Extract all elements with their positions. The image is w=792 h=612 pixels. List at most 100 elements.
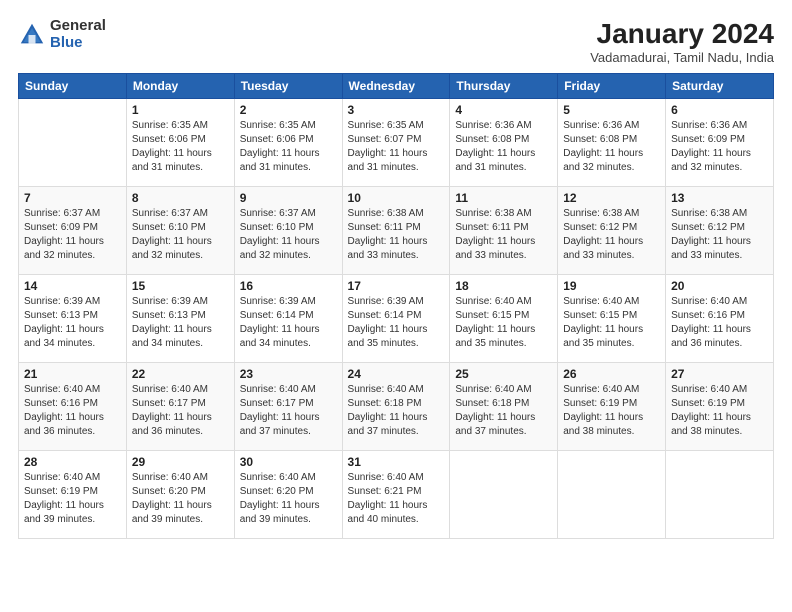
calendar-cell: 29Sunrise: 6:40 AMSunset: 6:20 PMDayligh… [126, 451, 234, 539]
calendar-cell: 15 Sunrise: 6:39 AMSunset: 6:13 PMDayligh… [126, 275, 234, 363]
day-number: 1 [132, 103, 229, 117]
day-number: 25 [455, 367, 552, 381]
day-header-wednesday: Wednesday [342, 74, 450, 99]
calendar-cell [450, 451, 558, 539]
day-number: 9 [240, 191, 337, 205]
calendar-cell: 12Sunrise: 6:38 AMSunset: 6:12 PMDayligh… [558, 187, 666, 275]
calendar-cell: 5 Sunrise: 6:36 AMSunset: 6:08 PMDaylight… [558, 99, 666, 187]
day-number: 3 [348, 103, 445, 117]
main-title: January 2024 [590, 18, 774, 50]
day-number: 30 [240, 455, 337, 469]
calendar-table: SundayMondayTuesdayWednesdayThursdayFrid… [18, 73, 774, 539]
day-header-friday: Friday [558, 74, 666, 99]
cell-info: Sunrise: 6:38 AMSunset: 6:11 PMDaylight:… [348, 207, 445, 263]
calendar-cell: 23 Sunrise: 6:40 AMSunset: 6:17 PMDayligh… [234, 363, 342, 451]
day-header-tuesday: Tuesday [234, 74, 342, 99]
cell-info: Sunrise: 6:36 AMSunset: 6:09 PMDaylight:… [671, 119, 768, 175]
calendar-cell: 28 Sunrise: 6:40 AMSunset: 6:19 PMDayligh… [19, 451, 127, 539]
cell-info: Sunrise: 6:35 AMSunset: 6:07 PMDaylight:… [348, 119, 445, 175]
day-number: 19 [563, 279, 660, 293]
calendar-cell [558, 451, 666, 539]
calendar-cell: 19 Sunrise: 6:40 AMSunset: 6:15 PMDayligh… [558, 275, 666, 363]
cell-info: Sunrise: 6:40 AMSunset: 6:21 PMDaylight:… [348, 471, 445, 527]
cell-info: Sunrise: 6:40 AMSunset: 6:19 PMDaylight:… [563, 383, 660, 439]
logo-general: General [50, 17, 106, 34]
calendar-cell: 21 Sunrise: 6:40 AMSunset: 6:16 PMDayligh… [19, 363, 127, 451]
calendar-cell: 11 Sunrise: 6:38 AMSunset: 6:11 PMDayligh… [450, 187, 558, 275]
header: General Blue January 2024 Vadamadurai, T… [18, 18, 774, 65]
day-number: 23 [240, 367, 337, 381]
cell-info: Sunrise: 6:37 AMSunset: 6:10 PMDaylight:… [240, 207, 337, 263]
calendar-cell: 20 Sunrise: 6:40 AMSunset: 6:16 PMDayligh… [666, 275, 774, 363]
cell-info: Sunrise: 6:35 AMSunset: 6:06 PMDaylight:… [132, 119, 229, 175]
cell-info: Sunrise: 6:40 AMSunset: 6:16 PMDaylight:… [24, 383, 121, 439]
day-number: 21 [24, 367, 121, 381]
day-number: 11 [455, 191, 552, 205]
day-number: 22 [132, 367, 229, 381]
day-header-sunday: Sunday [19, 74, 127, 99]
week-row-2: 14Sunrise: 6:39 AMSunset: 6:13 PMDayligh… [19, 275, 774, 363]
cell-info: Sunrise: 6:37 AMSunset: 6:09 PMDaylight:… [24, 207, 121, 263]
logo-blue: Blue [50, 34, 83, 51]
calendar-cell: 30 Sunrise: 6:40 AMSunset: 6:20 PMDayligh… [234, 451, 342, 539]
page: General Blue January 2024 Vadamadurai, T… [0, 0, 792, 612]
day-number: 2 [240, 103, 337, 117]
calendar-cell: 26 Sunrise: 6:40 AMSunset: 6:19 PMDayligh… [558, 363, 666, 451]
day-number: 18 [455, 279, 552, 293]
cell-info: Sunrise: 6:39 AMSunset: 6:14 PMDaylight:… [348, 295, 445, 351]
week-row-4: 28 Sunrise: 6:40 AMSunset: 6:19 PMDayligh… [19, 451, 774, 539]
day-header-saturday: Saturday [666, 74, 774, 99]
calendar-cell: 4 Sunrise: 6:36 AMSunset: 6:08 PMDaylight… [450, 99, 558, 187]
week-row-1: 7 Sunrise: 6:37 AMSunset: 6:09 PMDaylight… [19, 187, 774, 275]
cell-info: Sunrise: 6:40 AMSunset: 6:20 PMDaylight:… [132, 471, 229, 527]
day-number: 7 [24, 191, 121, 205]
day-number: 28 [24, 455, 121, 469]
cell-info: Sunrise: 6:38 AMSunset: 6:11 PMDaylight:… [455, 207, 552, 263]
cell-info: Sunrise: 6:40 AMSunset: 6:17 PMDaylight:… [132, 383, 229, 439]
calendar-cell: 1 Sunrise: 6:35 AMSunset: 6:06 PMDaylight… [126, 99, 234, 187]
logo-text: General Blue [50, 18, 106, 51]
day-number: 6 [671, 103, 768, 117]
calendar-cell: 13 Sunrise: 6:38 AMSunset: 6:12 PMDayligh… [666, 187, 774, 275]
day-number: 13 [671, 191, 768, 205]
day-number: 10 [348, 191, 445, 205]
cell-info: Sunrise: 6:36 AMSunset: 6:08 PMDaylight:… [455, 119, 552, 175]
day-number: 26 [563, 367, 660, 381]
cell-info: Sunrise: 6:40 AMSunset: 6:15 PMDaylight:… [563, 295, 660, 351]
day-number: 15 [132, 279, 229, 293]
calendar-cell: 18 Sunrise: 6:40 AMSunset: 6:15 PMDayligh… [450, 275, 558, 363]
calendar-header-row: SundayMondayTuesdayWednesdayThursdayFrid… [19, 74, 774, 99]
cell-info: Sunrise: 6:40 AMSunset: 6:19 PMDaylight:… [24, 471, 121, 527]
week-row-0: 1 Sunrise: 6:35 AMSunset: 6:06 PMDaylight… [19, 99, 774, 187]
cell-info: Sunrise: 6:40 AMSunset: 6:18 PMDaylight:… [455, 383, 552, 439]
calendar-cell: 17Sunrise: 6:39 AMSunset: 6:14 PMDayligh… [342, 275, 450, 363]
cell-info: Sunrise: 6:36 AMSunset: 6:08 PMDaylight:… [563, 119, 660, 175]
cell-info: Sunrise: 6:40 AMSunset: 6:17 PMDaylight:… [240, 383, 337, 439]
cell-info: Sunrise: 6:35 AMSunset: 6:06 PMDaylight:… [240, 119, 337, 175]
cell-info: Sunrise: 6:40 AMSunset: 6:19 PMDaylight:… [671, 383, 768, 439]
calendar-cell: 10 Sunrise: 6:38 AMSunset: 6:11 PMDayligh… [342, 187, 450, 275]
calendar-cell [666, 451, 774, 539]
day-number: 24 [348, 367, 445, 381]
calendar-cell: 8Sunrise: 6:37 AMSunset: 6:10 PMDaylight… [126, 187, 234, 275]
calendar-cell: 16Sunrise: 6:39 AMSunset: 6:14 PMDayligh… [234, 275, 342, 363]
calendar-cell: 14Sunrise: 6:39 AMSunset: 6:13 PMDayligh… [19, 275, 127, 363]
cell-info: Sunrise: 6:39 AMSunset: 6:13 PMDaylight:… [132, 295, 229, 351]
cell-info: Sunrise: 6:40 AMSunset: 6:15 PMDaylight:… [455, 295, 552, 351]
subtitle: Vadamadurai, Tamil Nadu, India [590, 50, 774, 65]
day-number: 27 [671, 367, 768, 381]
cell-info: Sunrise: 6:40 AMSunset: 6:16 PMDaylight:… [671, 295, 768, 351]
day-header-monday: Monday [126, 74, 234, 99]
cell-info: Sunrise: 6:40 AMSunset: 6:20 PMDaylight:… [240, 471, 337, 527]
day-number: 8 [132, 191, 229, 205]
calendar-cell: 3 Sunrise: 6:35 AMSunset: 6:07 PMDaylight… [342, 99, 450, 187]
calendar-cell: 24Sunrise: 6:40 AMSunset: 6:18 PMDayligh… [342, 363, 450, 451]
cell-info: Sunrise: 6:38 AMSunset: 6:12 PMDaylight:… [671, 207, 768, 263]
cell-info: Sunrise: 6:39 AMSunset: 6:13 PMDaylight:… [24, 295, 121, 351]
day-number: 20 [671, 279, 768, 293]
day-number: 4 [455, 103, 552, 117]
day-number: 5 [563, 103, 660, 117]
week-row-3: 21 Sunrise: 6:40 AMSunset: 6:16 PMDayligh… [19, 363, 774, 451]
day-header-thursday: Thursday [450, 74, 558, 99]
logo: General Blue [18, 18, 106, 51]
